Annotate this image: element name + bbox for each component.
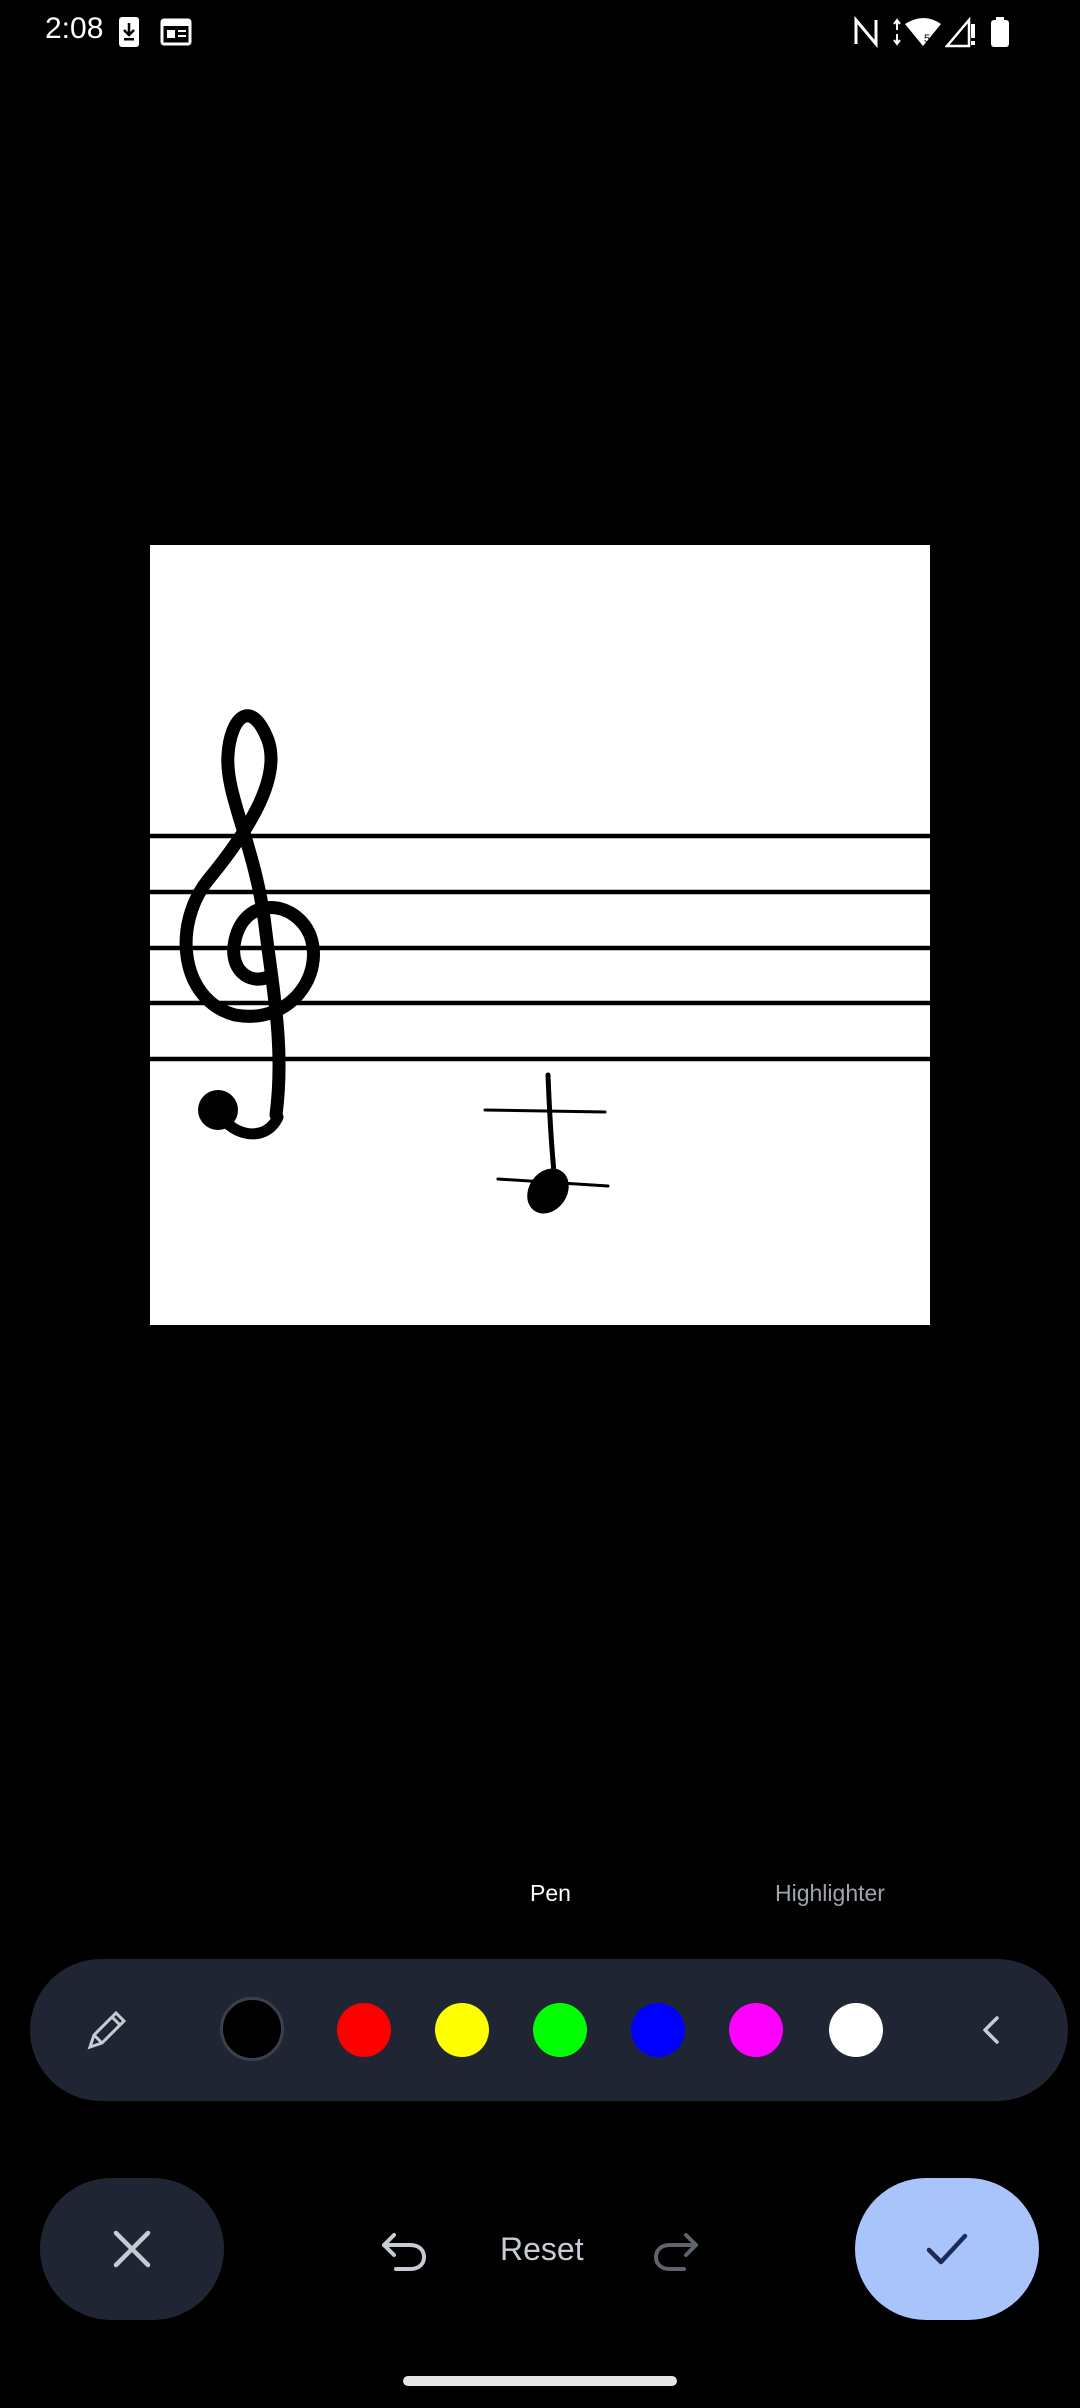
check-icon: [926, 2233, 968, 2265]
bottom-action-bar: Reset: [0, 2175, 1080, 2325]
calendar-icon: [160, 18, 192, 46]
color-toolbar: [30, 1959, 1068, 2101]
chevron-left-icon[interactable]: [972, 2010, 1012, 2050]
undo-icon[interactable]: [380, 2227, 430, 2273]
color-swatch-yellow[interactable]: [435, 2003, 489, 2057]
close-icon: [113, 2230, 151, 2268]
tab-highlighter[interactable]: Highlighter: [775, 1880, 885, 1907]
drawing-canvas[interactable]: [150, 545, 930, 1325]
wifi-icon: 5: [893, 18, 941, 46]
nfc-icon: [854, 16, 878, 48]
color-swatch-green[interactable]: [533, 2003, 587, 2057]
hand-drawn-note: [483, 1072, 610, 1214]
redo-icon[interactable]: [650, 2227, 700, 2273]
color-swatch-white[interactable]: [829, 2003, 883, 2057]
signal-icon: [945, 16, 975, 48]
treble-clef-icon: [179, 709, 320, 1140]
status-time: 2:08: [45, 12, 104, 45]
gesture-navigation-handle[interactable]: [403, 2376, 677, 2386]
color-swatch-black[interactable]: [220, 1997, 284, 2061]
color-swatch-blue[interactable]: [631, 2003, 685, 2057]
confirm-button[interactable]: [855, 2178, 1039, 2320]
status-bar: 2:08 5: [0, 0, 1080, 64]
download-icon: [119, 17, 139, 47]
pen-icon[interactable]: [82, 2005, 132, 2055]
tab-pen[interactable]: Pen: [530, 1880, 571, 1907]
battery-icon: [991, 17, 1009, 47]
svg-text:5: 5: [924, 33, 930, 45]
cancel-button[interactable]: [40, 2178, 224, 2320]
color-swatch-red[interactable]: [337, 2003, 391, 2057]
reset-button[interactable]: Reset: [500, 2231, 584, 2268]
tool-tabs: Pen Highlighter: [0, 1880, 1080, 1920]
color-swatch-magenta[interactable]: [729, 2003, 783, 2057]
